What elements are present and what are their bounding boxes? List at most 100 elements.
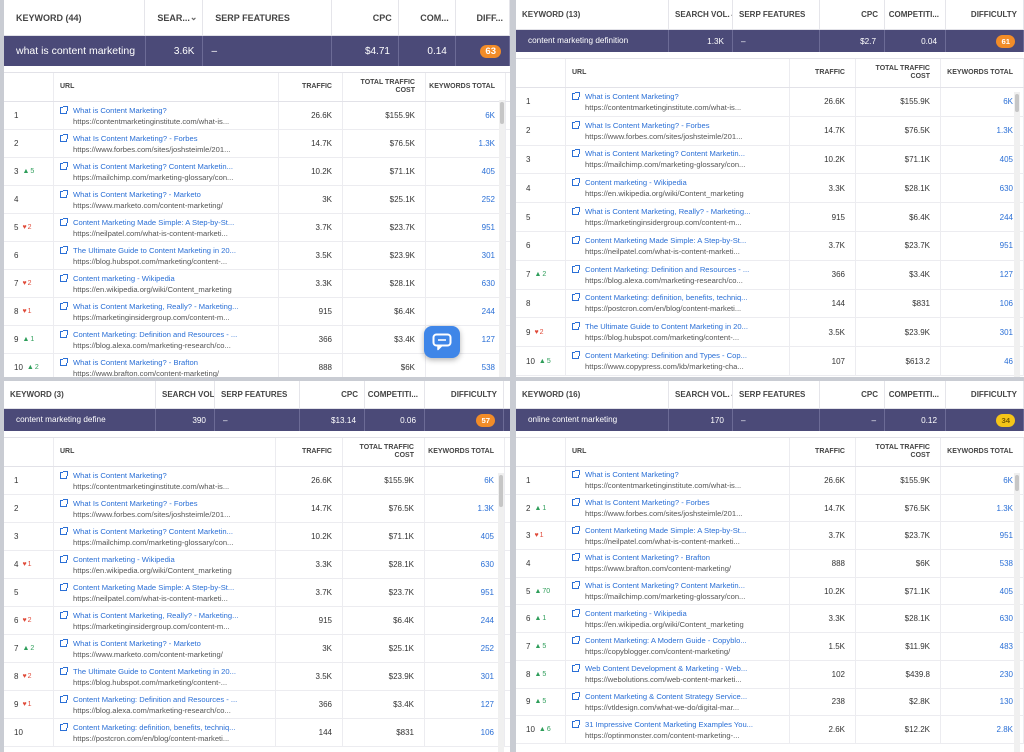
- table-row[interactable]: 5 ▲70 What is Content Marketing? Content M…: [516, 577, 1024, 606]
- external-link-icon[interactable]: [572, 293, 580, 302]
- keywords-total-link[interactable]: 951: [426, 214, 506, 241]
- competition-column-header[interactable]: COMPETITI...: [885, 381, 946, 408]
- table-row[interactable]: 8 Content Marketing: definition, benefits…: [516, 289, 1024, 319]
- result-title-link[interactable]: 31 Impressive Content Marketing Examples…: [572, 719, 789, 730]
- external-link-icon[interactable]: [60, 189, 68, 198]
- keywords-total-link[interactable]: 106: [425, 719, 505, 746]
- result-title-link[interactable]: Content Marketing Made Simple: A Step-by…: [572, 525, 789, 536]
- result-title-link[interactable]: Content marketing - Wikipedia: [572, 608, 789, 619]
- table-row[interactable]: 5 ♥2 Content Marketing Made Simple: A Step…: [4, 214, 510, 242]
- external-link-icon[interactable]: [572, 691, 580, 700]
- external-link-icon[interactable]: [60, 301, 68, 310]
- keywords-total-link[interactable]: 630: [426, 270, 506, 297]
- scrollbar-thumb[interactable]: [499, 475, 503, 507]
- keywords-total-link[interactable]: 951: [941, 522, 1024, 550]
- difficulty-column-header[interactable]: DIFFICULTY: [946, 0, 1024, 29]
- keywords-total-link[interactable]: 405: [941, 577, 1024, 605]
- keyword-column-header[interactable]: KEYWORD (3): [4, 381, 156, 408]
- table-row[interactable]: 6 ♥2 What is Content Marketing, Really? - …: [4, 607, 510, 635]
- scrollbar[interactable]: [1014, 473, 1020, 752]
- keyword-row[interactable]: content marketing definition 1.3K – $2.7 0.0…: [516, 30, 1024, 52]
- table-row[interactable]: 3 What is Content Marketing? Content Mark…: [516, 145, 1024, 175]
- result-title-link[interactable]: What is Content Marketing?: [572, 469, 789, 480]
- traffic-cost-column-header[interactable]: TOTAL TRAFFIC COST: [856, 59, 941, 87]
- keyword-column-header[interactable]: KEYWORD (16): [516, 381, 669, 408]
- keywords-total-link[interactable]: 1.3K: [426, 130, 506, 157]
- external-link-icon[interactable]: [572, 178, 580, 187]
- result-title-link[interactable]: What is Content Marketing, Really? - Mar…: [60, 610, 275, 621]
- keywords-total-link[interactable]: 127: [941, 260, 1024, 289]
- search-volume-column-header[interactable]: SEARCH VOL.⌄: [156, 381, 215, 408]
- external-link-icon[interactable]: [60, 526, 68, 535]
- result-title-link[interactable]: What is Content Marketing, Really? - Mar…: [572, 206, 789, 217]
- table-row[interactable]: 1 What is Content Marketing? https://conte…: [516, 467, 1024, 495]
- result-title-link[interactable]: Content Marketing: definition, benefits,…: [572, 292, 789, 303]
- external-link-icon[interactable]: [572, 470, 580, 479]
- keywords-total-link[interactable]: 538: [941, 550, 1024, 577]
- keywords-total-link[interactable]: 130: [941, 688, 1024, 716]
- keywords-total-link[interactable]: 6K: [941, 88, 1024, 116]
- external-link-icon[interactable]: [60, 273, 68, 282]
- serp-features-column-header[interactable]: SERP FEATURES: [733, 381, 820, 408]
- traffic-column-header[interactable]: TRAFFIC: [790, 59, 856, 87]
- result-title-link[interactable]: The Ultimate Guide to Content Marketing …: [60, 666, 275, 677]
- difficulty-column-header[interactable]: DIFFICULTY: [946, 381, 1024, 408]
- competition-column-header[interactable]: COMPETITI...: [885, 0, 946, 29]
- result-title-link[interactable]: What is Content Marketing? Content Marke…: [572, 148, 789, 159]
- keywords-total-link[interactable]: 106: [941, 289, 1024, 318]
- table-row[interactable]: 4 Content marketing - Wikipedia https://en…: [516, 174, 1024, 204]
- cpc-column-header[interactable]: CPC: [332, 0, 399, 35]
- external-link-icon[interactable]: [60, 161, 68, 170]
- table-row[interactable]: 7 ▲2 Content Marketing: Definition and Res…: [516, 260, 1024, 290]
- scrollbar[interactable]: [498, 473, 504, 752]
- result-title-link[interactable]: What is Content Marketing? - Marketo: [60, 638, 275, 649]
- traffic-column-header[interactable]: TRAFFIC: [279, 73, 343, 101]
- keywords-total-link[interactable]: 6K: [426, 102, 506, 129]
- external-link-icon[interactable]: [60, 217, 68, 226]
- external-link-icon[interactable]: [572, 322, 580, 331]
- cpc-column-header[interactable]: CPC: [300, 381, 365, 408]
- external-link-icon[interactable]: [60, 694, 68, 703]
- keyword-row[interactable]: content marketing define 390 – $13.14 0.06 57: [4, 409, 510, 431]
- keywords-total-link[interactable]: 244: [941, 203, 1024, 231]
- url-column-header[interactable]: URL: [54, 438, 276, 466]
- result-title-link[interactable]: Content Marketing: Definition and Resour…: [572, 264, 789, 275]
- table-row[interactable]: 2 What Is Content Marketing? - Forbes http…: [4, 495, 510, 523]
- scrollbar[interactable]: [1014, 92, 1020, 377]
- external-link-icon[interactable]: [60, 610, 68, 619]
- keywords-total-link[interactable]: 405: [425, 523, 505, 550]
- result-title-link[interactable]: What is Content Marketing? - Brafton: [572, 552, 789, 563]
- result-title-link[interactable]: Content Marketing: Definition and Resour…: [60, 694, 275, 705]
- keyword-row[interactable]: what is content marketing 3.6K – $4.71 0.14 6…: [4, 36, 510, 66]
- external-link-icon[interactable]: [60, 329, 68, 338]
- result-title-link[interactable]: What is Content Marketing? - Marketo: [60, 189, 278, 200]
- url-column-header[interactable]: URL: [54, 73, 279, 101]
- table-row[interactable]: 1 What is Content Marketing? https://conte…: [4, 467, 510, 495]
- result-title-link[interactable]: Content marketing - Wikipedia: [60, 554, 275, 565]
- cpc-column-header[interactable]: CPC: [820, 0, 885, 29]
- table-row[interactable]: 8 ▲5 Web Content Development & Marketing -…: [516, 660, 1024, 689]
- keywords-total-link[interactable]: 6K: [425, 467, 505, 494]
- chat-button[interactable]: [424, 326, 460, 358]
- keywords-total-link[interactable]: 244: [426, 298, 506, 325]
- keywords-total-link[interactable]: 2.8K: [941, 716, 1024, 743]
- keywords-total-link[interactable]: 301: [941, 318, 1024, 347]
- table-row[interactable]: 6 The Ultimate Guide to Content Marketing…: [4, 242, 510, 270]
- table-row[interactable]: 4 What is Content Marketing? - Marketo htt…: [4, 186, 510, 214]
- keywords-total-link[interactable]: 301: [425, 663, 505, 690]
- result-title-link[interactable]: What Is Content Marketing? - Forbes: [60, 498, 275, 509]
- keywords-total-link[interactable]: 230: [941, 660, 1024, 688]
- external-link-icon[interactable]: [60, 105, 68, 114]
- table-row[interactable]: 5 Content Marketing Made Simple: A Step-b…: [4, 579, 510, 607]
- cpc-column-header[interactable]: CPC: [820, 381, 885, 408]
- external-link-icon[interactable]: [60, 582, 68, 591]
- external-link-icon[interactable]: [572, 120, 580, 129]
- external-link-icon[interactable]: [572, 235, 580, 244]
- keywords-total-link[interactable]: 252: [425, 635, 505, 662]
- chevron-down-icon[interactable]: ⌄: [190, 12, 198, 23]
- keywords-total-link[interactable]: 127: [425, 691, 505, 718]
- table-row[interactable]: 6 Content Marketing Made Simple: A Step-b…: [516, 231, 1024, 261]
- keywords-total-column-header[interactable]: KEYWORDS TOTAL: [941, 59, 1024, 87]
- keyword-column-header[interactable]: KEYWORD (13): [516, 0, 669, 29]
- table-row[interactable]: 9 ♥1 Content Marketing: Definition and Res…: [4, 691, 510, 719]
